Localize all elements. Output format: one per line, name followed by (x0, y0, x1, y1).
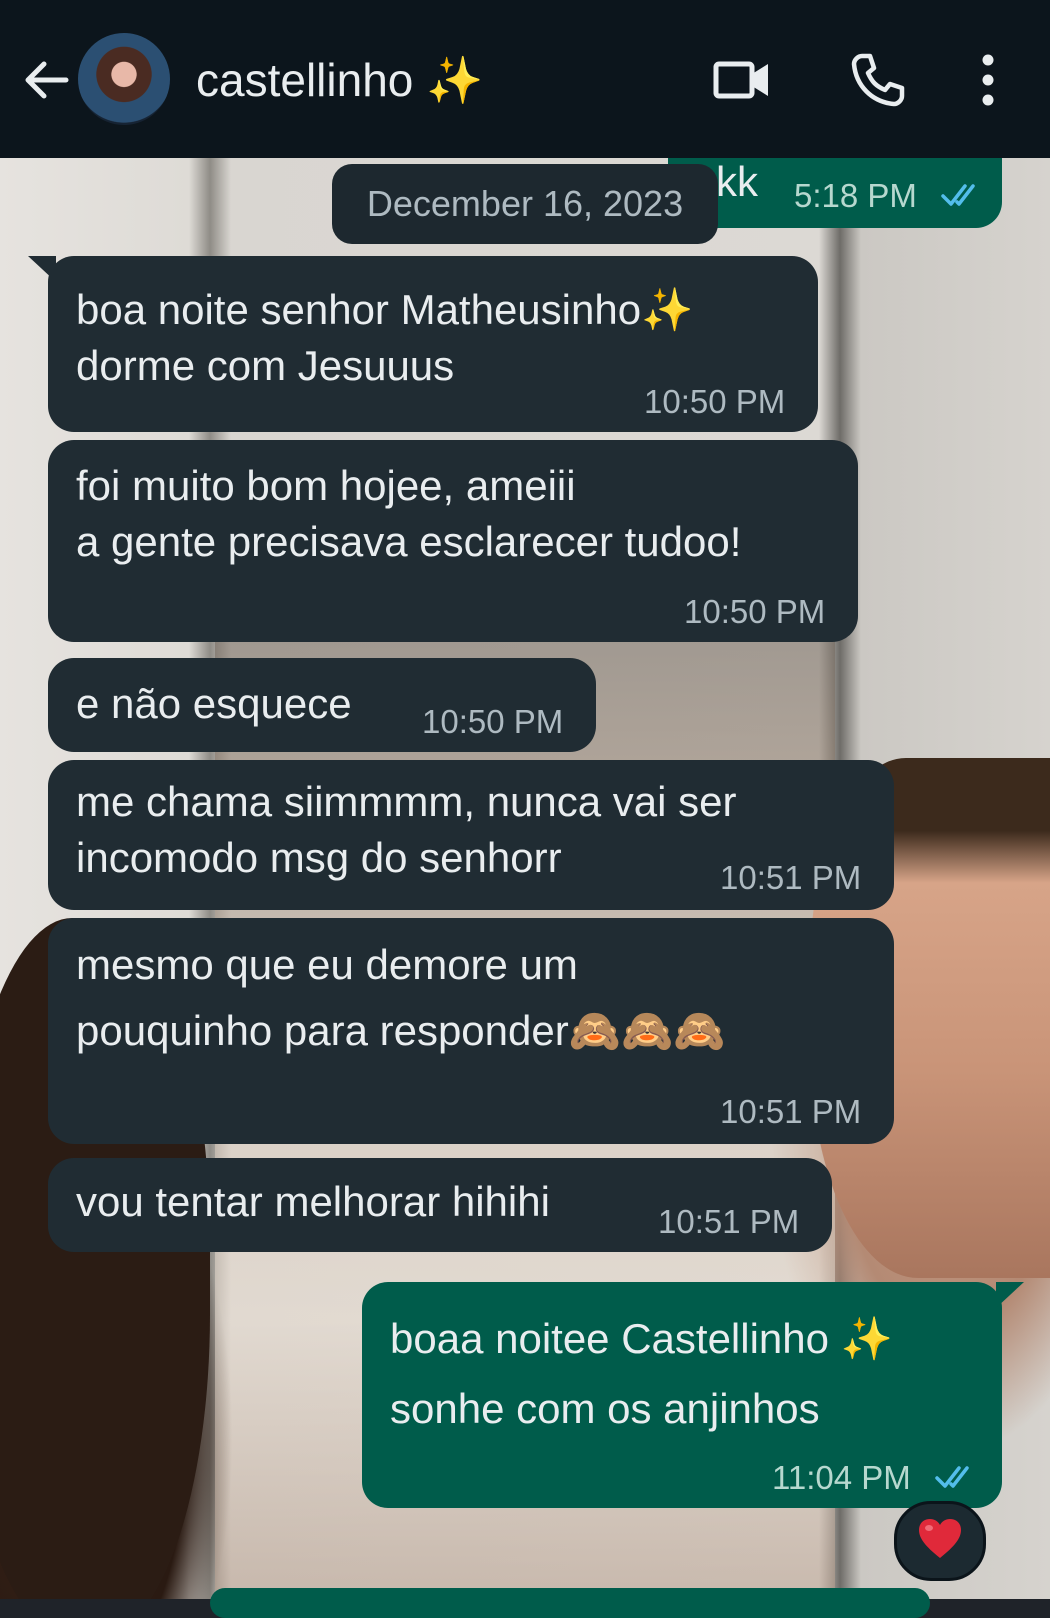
message-time: 10:51 PM (720, 859, 862, 896)
video-call-button[interactable] (712, 50, 772, 110)
phone-icon (851, 53, 905, 107)
voice-call-button[interactable] (848, 50, 908, 110)
message-text: e não esquece (76, 680, 352, 727)
kebab-menu-icon (982, 54, 994, 106)
message-time: 10:51 PM (658, 1203, 800, 1240)
message-time: 10:51 PM (720, 1093, 862, 1130)
message-text: me chama siimmmm, nunca vai ser incomodo… (76, 778, 737, 881)
message-text: kk (716, 158, 758, 205)
back-button[interactable] (18, 52, 74, 108)
double-check-icon (935, 1466, 969, 1488)
message-bubble-incoming[interactable]: boa noite senhor Matheusinho✨ dorme com … (28, 256, 818, 432)
message-text: boa noite senhor Matheusinho✨ dorme com … (76, 286, 694, 389)
message-text: vou tentar melhorar hihihi (76, 1178, 550, 1225)
video-camera-icon (713, 61, 768, 99)
message-bubble-incoming[interactable]: me chama siimmmm, nunca vai ser incomodo… (48, 760, 894, 910)
date-divider: December 16, 2023 (332, 164, 718, 244)
message-time: 10:50 PM (684, 593, 826, 630)
message-bubble-incoming[interactable]: mesmo que eu demore um pouquinho para re… (48, 918, 894, 1144)
chat-header: castellinho ✨ (0, 0, 1050, 158)
next-message-bubble-partial (210, 1588, 930, 1618)
red-heart-icon (919, 1519, 961, 1558)
double-check-icon (941, 184, 975, 206)
message-bubble-incoming[interactable]: e não esquece 10:50 PM (48, 658, 596, 752)
contact-name[interactable]: castellinho ✨ (196, 52, 483, 108)
message-time: 11:04 PM (772, 1459, 911, 1496)
message-time: 10:50 PM (644, 383, 786, 420)
message-text: boaa noitee Castellinho ✨ sonhe com os a… (390, 1315, 893, 1432)
message-time: 10:50 PM (422, 703, 564, 740)
message-bubble-incoming[interactable]: vou tentar melhorar hihihi 10:51 PM (48, 1158, 832, 1252)
message-reaction[interactable] (894, 1501, 986, 1581)
message-bubble-incoming[interactable]: foi muito bom hojee, ameiii a gente prec… (48, 440, 858, 642)
message-bubble-outgoing[interactable]: boaa noitee Castellinho ✨ sonhe com os a… (362, 1282, 1024, 1508)
message-text: mesmo que eu demore um pouquinho para re… (76, 941, 726, 1054)
message-bubble-outgoing[interactable]: kk 5:18 PM (668, 158, 1002, 228)
message-text: foi muito bom hojee, ameiii a gente prec… (76, 462, 742, 565)
arrow-left-icon (25, 61, 69, 99)
more-options-button[interactable] (958, 50, 1018, 110)
avatar[interactable] (78, 33, 170, 125)
message-time: 5:18 PM (794, 177, 917, 214)
